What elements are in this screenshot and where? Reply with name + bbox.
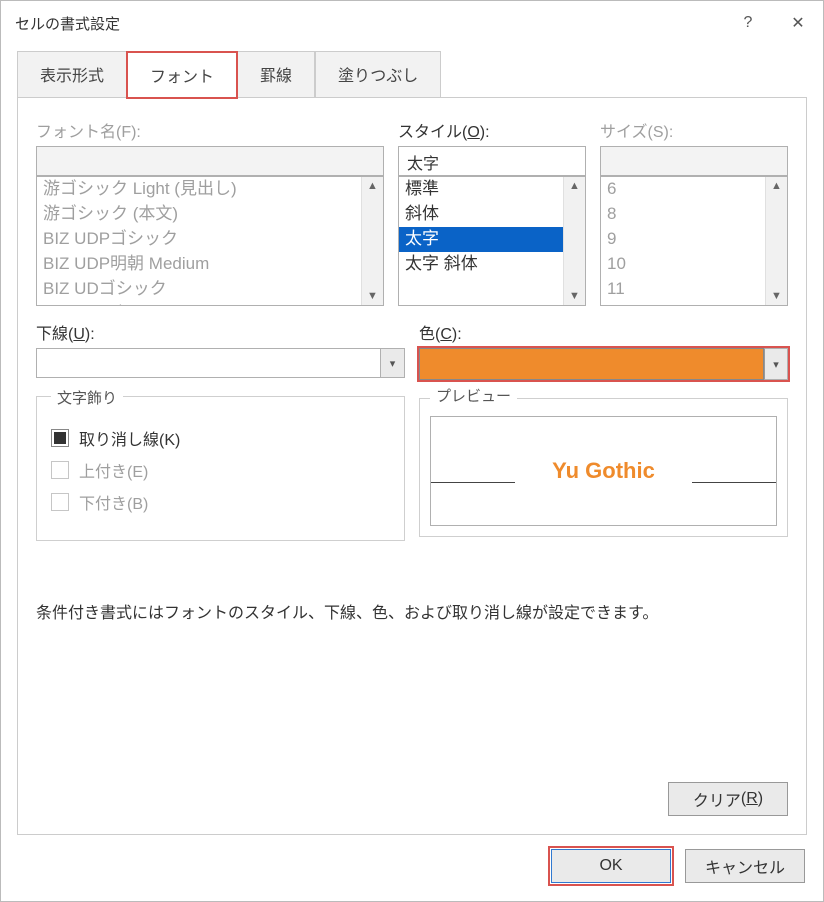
clear-button[interactable]: クリア(R) [668,782,788,816]
chevron-down-icon: ▼ [569,290,580,302]
chevron-down-icon: ▾ [380,349,404,377]
tab-row: 表示形式 フォント 罫線 塗りつぶし [17,51,807,98]
preview-legend: プレビュー [430,385,517,406]
scrollbar[interactable]: ▲ ▼ [361,177,383,305]
color-label: 色(C): [419,320,788,344]
list-item[interactable]: BIZ UDPゴシック [37,227,361,252]
chevron-up-icon: ▲ [569,180,580,192]
font-name-input[interactable] [36,146,384,176]
underline-value [37,349,380,377]
checkbox-superscript: 上付き(E) [51,458,390,482]
list-item[interactable]: 太字 斜体 [399,252,563,277]
chevron-up-icon: ▲ [771,180,782,192]
decorations-legend: 文字飾り [51,387,123,408]
chevron-down-icon: ▼ [367,290,378,302]
list-item[interactable]: 太字 [399,227,563,252]
cancel-button[interactable]: キャンセル [685,849,805,883]
scrollbar[interactable]: ▲ ▼ [563,177,585,305]
chevron-down-icon: ▾ [764,348,788,380]
preview-fieldset: プレビュー Yu Gothic [419,398,788,537]
list-item[interactable]: 12 [601,302,765,305]
list-item[interactable]: BIZ UD明朝 Medium [37,302,361,305]
tab-border[interactable]: 罫線 [237,51,315,97]
color-dropdown[interactable]: ▾ [419,348,788,380]
size-input[interactable] [600,146,788,176]
checkbox-strikethrough[interactable]: 取り消し線(K) [51,426,390,450]
window-title: セルの書式設定 [15,13,723,34]
dialog-format-cells: セルの書式設定 ? ✕ 表示形式 フォント 罫線 塗りつぶし フォント名(F):… [0,0,824,902]
list-item[interactable]: 斜体 [399,202,563,227]
decorations-fieldset: 文字飾り 取り消し線(K) 上付き(E) 下付き(B) [36,396,405,541]
underline-dropdown[interactable]: ▾ [36,348,405,378]
preview-area: Yu Gothic [430,416,777,526]
chevron-up-icon: ▲ [367,180,378,192]
ok-button[interactable]: OK [551,849,671,883]
checkbox-subscript: 下付き(B) [51,490,390,514]
button-row: OK キャンセル [1,835,823,901]
checkbox-box [51,461,69,479]
help-button[interactable]: ? [723,1,773,45]
style-list[interactable]: 標準 斜体 太字 太字 斜体 ▲ ▼ [398,176,586,306]
note-text: 条件付き書式にはフォントのスタイル、下線、色、および取り消し線が設定できます。 [36,599,788,623]
color-swatch [419,348,764,380]
list-item[interactable]: 8 [601,202,765,227]
list-item[interactable]: BIZ UDゴシック [37,277,361,302]
checkbox-box [51,493,69,511]
close-button[interactable]: ✕ [773,1,823,45]
font-name-label: フォント名(F): [36,118,384,142]
tab-display-format[interactable]: 表示形式 [17,51,127,97]
checkbox-box [51,429,69,447]
tab-content: フォント名(F): 游ゴシック Light (見出し) 游ゴシック (本文) B… [17,98,807,835]
list-item[interactable]: 游ゴシック Light (見出し) [37,177,361,202]
tab-fill[interactable]: 塗りつぶし [315,51,441,97]
underline-label: 下線(U): [36,320,405,344]
size-label: サイズ(S): [600,118,788,142]
titlebar: セルの書式設定 ? ✕ [1,1,823,45]
chevron-down-icon: ▼ [771,290,782,302]
preview-line [431,482,515,483]
font-name-list[interactable]: 游ゴシック Light (見出し) 游ゴシック (本文) BIZ UDPゴシック… [36,176,384,306]
list-item[interactable]: 10 [601,252,765,277]
scrollbar[interactable]: ▲ ▼ [765,177,787,305]
list-item[interactable]: 11 [601,277,765,302]
list-item[interactable]: 游ゴシック (本文) [37,202,361,227]
list-item[interactable]: 6 [601,177,765,202]
tab-font[interactable]: フォント [127,52,237,98]
preview-line [692,482,776,483]
preview-text: Yu Gothic [552,458,655,484]
style-label: スタイル(O): [398,118,586,142]
list-item[interactable]: 標準 [399,177,563,202]
size-list[interactable]: 6 8 9 10 11 12 ▲ ▼ [600,176,788,306]
list-item[interactable]: 9 [601,227,765,252]
list-item[interactable]: BIZ UDP明朝 Medium [37,252,361,277]
style-input[interactable]: 太字 [398,146,586,176]
